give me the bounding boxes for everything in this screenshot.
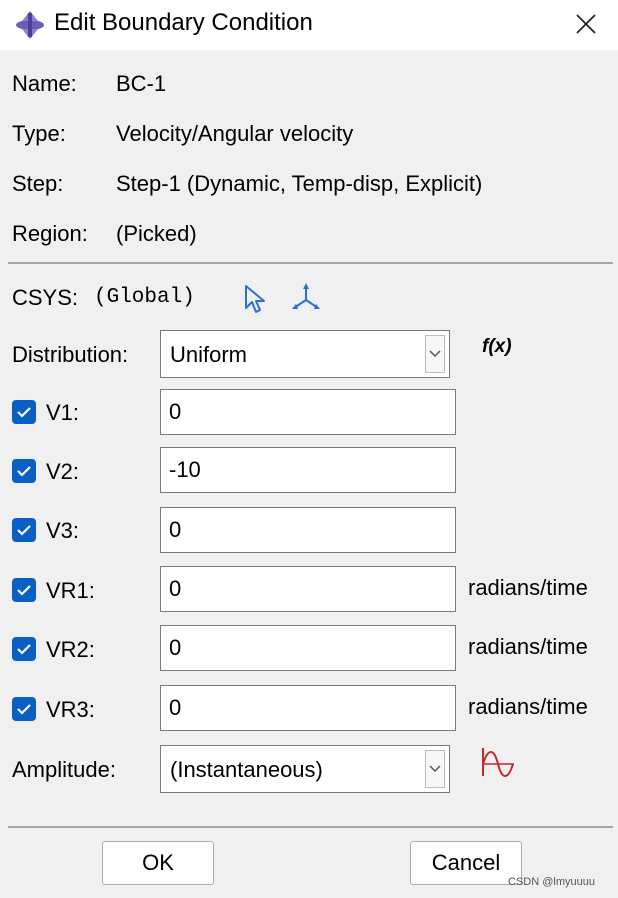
vr2-unit: radians/time	[468, 634, 588, 659]
v1-checkbox[interactable]	[12, 400, 36, 424]
v1-label: V1:	[46, 400, 80, 425]
vr2-label: VR2:	[46, 637, 95, 662]
divider	[8, 826, 613, 828]
checkmark-icon	[17, 466, 31, 477]
chevron-down-icon	[425, 750, 445, 788]
window-title: Edit Boundary Condition	[54, 9, 313, 36]
vr3-label: VR3:	[46, 697, 95, 722]
checkmark-icon	[17, 525, 31, 536]
v3-label: V3:	[46, 518, 80, 543]
csys-value: (Global)	[94, 286, 195, 309]
v2-input[interactable]	[160, 447, 456, 493]
amplitude-value: (Instantaneous)	[170, 757, 323, 782]
region-value: (Picked)	[116, 221, 197, 246]
distribution-select[interactable]: Uniform	[160, 330, 450, 378]
vr1-checkbox[interactable]	[12, 578, 36, 602]
amplitude-wave-icon[interactable]	[480, 744, 516, 786]
name-label: Name:	[12, 71, 77, 96]
title-bar: Edit Boundary Condition	[0, 0, 618, 50]
vr3-checkbox[interactable]	[12, 697, 36, 721]
csys-label: CSYS:	[12, 285, 79, 310]
distribution-label: Distribution:	[12, 342, 129, 367]
v3-checkbox[interactable]	[12, 518, 36, 542]
chevron-down-icon	[425, 335, 445, 373]
vr2-input[interactable]	[160, 625, 456, 671]
vr3-unit: radians/time	[468, 694, 588, 719]
type-label: Type:	[12, 121, 66, 146]
v1-input[interactable]	[160, 389, 456, 435]
vr1-input[interactable]	[160, 566, 456, 612]
v2-label: V2:	[46, 459, 80, 484]
vr2-checkbox[interactable]	[12, 637, 36, 661]
divider	[8, 262, 613, 264]
fx-button[interactable]: f(x)	[482, 336, 512, 358]
distribution-value: Uniform	[170, 342, 248, 367]
checkmark-icon	[17, 407, 31, 418]
select-arrow-icon[interactable]	[242, 284, 268, 320]
checkmark-icon	[17, 644, 31, 655]
close-button[interactable]	[564, 2, 608, 46]
type-value: Velocity/Angular velocity	[116, 121, 354, 146]
app-icon	[14, 9, 46, 41]
step-label: Step:	[12, 171, 64, 196]
region-label: Region:	[12, 221, 88, 246]
vr1-label: VR1:	[46, 578, 95, 603]
vr1-unit: radians/time	[468, 575, 588, 600]
checkmark-icon	[17, 585, 31, 596]
amplitude-label: Amplitude:	[12, 757, 116, 782]
ok-button[interactable]: OK	[102, 841, 214, 885]
close-icon	[576, 14, 596, 34]
amplitude-select[interactable]: (Instantaneous)	[160, 745, 450, 793]
name-value: BC-1	[116, 71, 167, 96]
checkmark-icon	[17, 704, 31, 715]
cancel-button[interactable]: Cancel	[410, 841, 522, 885]
v3-input[interactable]	[160, 507, 456, 553]
csys-axes-icon[interactable]	[290, 282, 322, 318]
vr3-input[interactable]	[160, 685, 456, 731]
v2-checkbox[interactable]	[12, 459, 36, 483]
watermark: CSDN @lmyuuuu	[508, 876, 595, 888]
step-value: Step-1 (Dynamic, Temp-disp, Explicit)	[116, 171, 483, 196]
